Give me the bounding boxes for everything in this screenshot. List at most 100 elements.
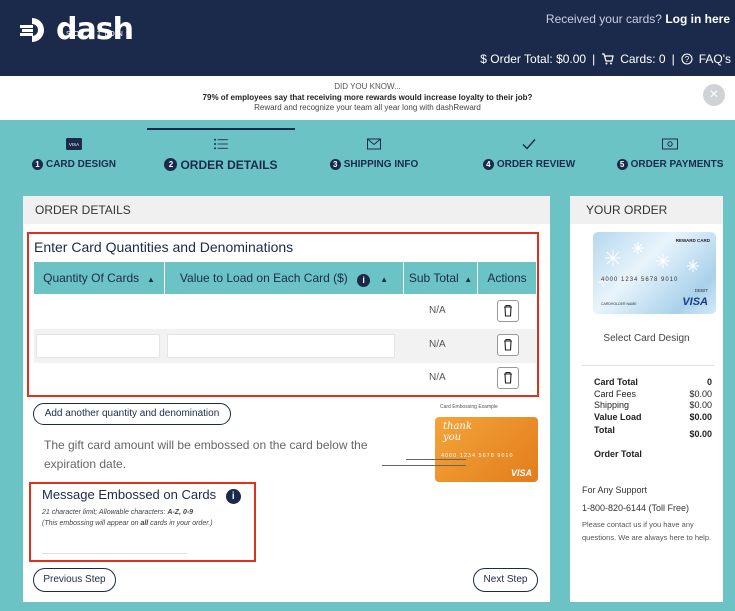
add-denomination-button[interactable]: Add another quantity and denomination bbox=[33, 403, 231, 425]
value-input[interactable] bbox=[167, 300, 395, 324]
value: $0.00 bbox=[689, 388, 712, 399]
step-label: ORDER PAYMENTS bbox=[630, 159, 724, 170]
table-row: N/A bbox=[34, 295, 536, 329]
trash-icon bbox=[504, 338, 512, 351]
subtotal-value: N/A bbox=[429, 372, 446, 383]
label: Card Fees bbox=[594, 388, 637, 399]
step-label: ORDER REVIEW bbox=[496, 159, 576, 170]
order-stats: $ Order Total: $0.00 | Cards: 0 | ? FAQ'… bbox=[480, 52, 731, 66]
scope-text: (This embossing will appear on bbox=[42, 520, 141, 527]
column-header-quantity[interactable]: Quantity Of Cards ▲ bbox=[34, 262, 165, 294]
previous-step-button[interactable]: Previous Step bbox=[33, 568, 116, 592]
banner-title: DID YOU KNOW... bbox=[334, 82, 401, 91]
value-input[interactable] bbox=[167, 334, 395, 358]
banner-tagline: Reward and recognize your team all year … bbox=[254, 103, 481, 112]
cart-icon bbox=[602, 53, 614, 65]
column-label: Quantity Of Cards bbox=[43, 271, 140, 285]
banner-close-button[interactable]: × bbox=[703, 84, 725, 106]
cash-icon bbox=[662, 138, 678, 150]
received-cards-text: Received your cards? bbox=[545, 12, 662, 26]
next-step-button[interactable]: Next Step bbox=[473, 568, 538, 592]
column-header-actions: Actions bbox=[478, 262, 536, 294]
rules-text: 21 character limit; Allowable characters… bbox=[42, 509, 168, 516]
message-input[interactable] bbox=[42, 553, 187, 554]
step-label: CARD DESIGN bbox=[45, 159, 116, 170]
login-link[interactable]: Log in here bbox=[665, 12, 730, 26]
column-label: Sub Total bbox=[408, 271, 459, 285]
separator: | bbox=[592, 52, 596, 66]
checkout-steps: VISA 1 CARD DESIGN 2 ORDER DETAILS 3 SHIPPI… bbox=[14, 120, 735, 186]
value: 0 bbox=[706, 377, 712, 387]
card-total-row: Card Total 0 bbox=[594, 377, 712, 389]
visa-logo: VISA bbox=[510, 468, 532, 478]
example-label: Card Embossing Example bbox=[440, 404, 498, 410]
rules-chars: A-Z, 0-9 bbox=[167, 509, 194, 516]
login-prompt: Received your cards? Log in here bbox=[546, 12, 730, 26]
sort-up-icon: ▲ bbox=[142, 275, 155, 284]
table-row: N/A bbox=[34, 329, 536, 363]
subtotal-value: N/A bbox=[429, 305, 446, 316]
step-number: 3 bbox=[329, 159, 341, 170]
subtotal-value: N/A bbox=[429, 339, 446, 350]
column-header-value[interactable]: Value to Load on Each Card ($) i ▲ bbox=[165, 262, 404, 294]
envelope-icon bbox=[367, 138, 381, 150]
message-rules: 21 character limit; Allowable characters… bbox=[42, 507, 213, 529]
step-order-payments[interactable]: 5 ORDER PAYMENTS bbox=[610, 120, 730, 186]
order-total-stat: $ Order Total: $0.00 bbox=[480, 52, 587, 66]
quantity-input[interactable] bbox=[36, 334, 160, 358]
card-debit: DEBIT bbox=[694, 288, 708, 293]
separator: | bbox=[671, 52, 675, 66]
message-scope: (This embossing will appear on all cards… bbox=[42, 518, 213, 529]
step-order-review[interactable]: 4 ORDER REVIEW bbox=[469, 120, 589, 186]
order-totals: Card Total 0 Card Fees $0.00 Shipping $0.00… bbox=[594, 377, 712, 460]
divider bbox=[582, 365, 714, 366]
value-input[interactable] bbox=[167, 367, 395, 391]
label: Value Load bbox=[594, 411, 642, 422]
delete-row-button[interactable] bbox=[497, 334, 519, 356]
step-order-details[interactable]: 2 ORDER DETAILS bbox=[148, 120, 294, 186]
list-icon bbox=[214, 138, 228, 150]
dash-logo[interactable]: dash bbox=[20, 15, 134, 45]
step-shipping-info[interactable]: 3 SHIPPING INFO bbox=[314, 120, 434, 186]
top-header: dash SOLUTIONS Received your cards? Log … bbox=[0, 0, 735, 76]
delete-row-button[interactable] bbox=[497, 300, 519, 322]
support-title: For Any Support bbox=[582, 485, 648, 495]
svg-text:VISA: VISA bbox=[69, 142, 79, 147]
value: $0.00 bbox=[689, 429, 712, 439]
sort-up-icon: ▲ bbox=[373, 275, 389, 284]
column-label: Actions bbox=[487, 271, 527, 285]
cards-count-stat[interactable]: Cards: 0 bbox=[620, 52, 665, 66]
panel-title: ORDER DETAILS bbox=[23, 196, 550, 224]
message-title-text: Message Embossed on Cards bbox=[42, 487, 217, 502]
quantity-input[interactable] bbox=[36, 300, 160, 324]
example-card-text: thank you bbox=[443, 421, 472, 443]
support-phone[interactable]: 1-800-820-6144 (Toll Free) bbox=[582, 502, 714, 515]
info-icon[interactable]: i bbox=[357, 274, 371, 287]
card-design-icon: VISA bbox=[66, 138, 82, 150]
column-header-subtotal[interactable]: Sub Total ▲ bbox=[404, 262, 478, 294]
faq-link[interactable]: FAQ's bbox=[699, 52, 731, 66]
example-card-image: thank you 4000 1234 5678 9010 VISA bbox=[435, 417, 538, 482]
total-row: Total $0.00 bbox=[594, 425, 712, 441]
step-number: 4 bbox=[482, 159, 494, 170]
trash-icon bbox=[504, 304, 512, 317]
shipping-row: Shipping $0.00 bbox=[594, 400, 712, 412]
selected-card-image[interactable]: REWARD CARD 4000 1234 5678 9010 DEBIT CA… bbox=[593, 232, 716, 314]
close-icon: × bbox=[709, 86, 719, 103]
quantity-input[interactable] bbox=[36, 367, 160, 391]
delete-row-button[interactable] bbox=[497, 367, 519, 389]
info-icon[interactable]: i bbox=[225, 489, 241, 504]
help-circle-icon: ? bbox=[681, 53, 693, 65]
example-pointer-lines bbox=[406, 459, 466, 460]
svg-text:?: ? bbox=[684, 55, 689, 64]
message-title: Message Embossed on Cards i bbox=[42, 487, 241, 504]
select-card-design-link[interactable]: Select Card Design bbox=[570, 333, 723, 344]
scope-text: cards in your order.) bbox=[148, 520, 213, 527]
banner-fact: 79% of employees say that receiving more… bbox=[202, 93, 533, 102]
step-label: ORDER DETAILS bbox=[180, 157, 278, 172]
order-total-row: Order Total bbox=[594, 449, 712, 461]
step-card-design[interactable]: VISA 1 CARD DESIGN bbox=[14, 120, 134, 186]
message-limit: 21 character limit; Allowable characters… bbox=[42, 507, 213, 518]
label: Card Total bbox=[594, 377, 638, 387]
example-pointer-lines bbox=[382, 465, 466, 466]
